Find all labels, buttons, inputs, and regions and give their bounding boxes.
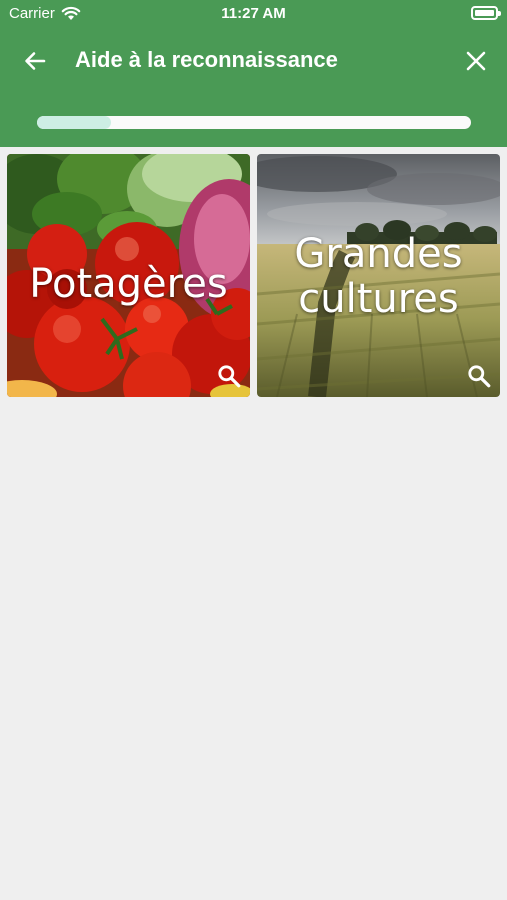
search-icon[interactable] bbox=[466, 363, 492, 389]
status-bar: Carrier 11:27 AM bbox=[0, 0, 507, 28]
category-grid: Potagères Grandes cultures bbox=[7, 154, 501, 397]
category-label: Potagères bbox=[29, 261, 228, 307]
status-time: 11:27 AM bbox=[221, 5, 286, 22]
close-button[interactable] bbox=[459, 44, 493, 78]
page-title: Aide à la reconnaissance bbox=[75, 47, 338, 72]
category-card-grandes-cultures[interactable]: Grandes cultures bbox=[257, 154, 500, 397]
toolbar: Aide à la reconnaissance bbox=[0, 38, 507, 82]
arrow-left-icon bbox=[25, 52, 46, 70]
close-icon bbox=[466, 51, 486, 71]
back-button[interactable] bbox=[18, 44, 52, 78]
progress-bar bbox=[37, 116, 471, 129]
battery-icon bbox=[471, 6, 501, 20]
progress-fill bbox=[37, 116, 111, 129]
category-card-potageres[interactable]: Potagères bbox=[7, 154, 250, 397]
search-icon[interactable] bbox=[216, 363, 242, 389]
category-label: Grandes cultures bbox=[294, 231, 463, 322]
app-header: Carrier 11:27 AM Aide à la reconnaissanc… bbox=[0, 0, 507, 147]
